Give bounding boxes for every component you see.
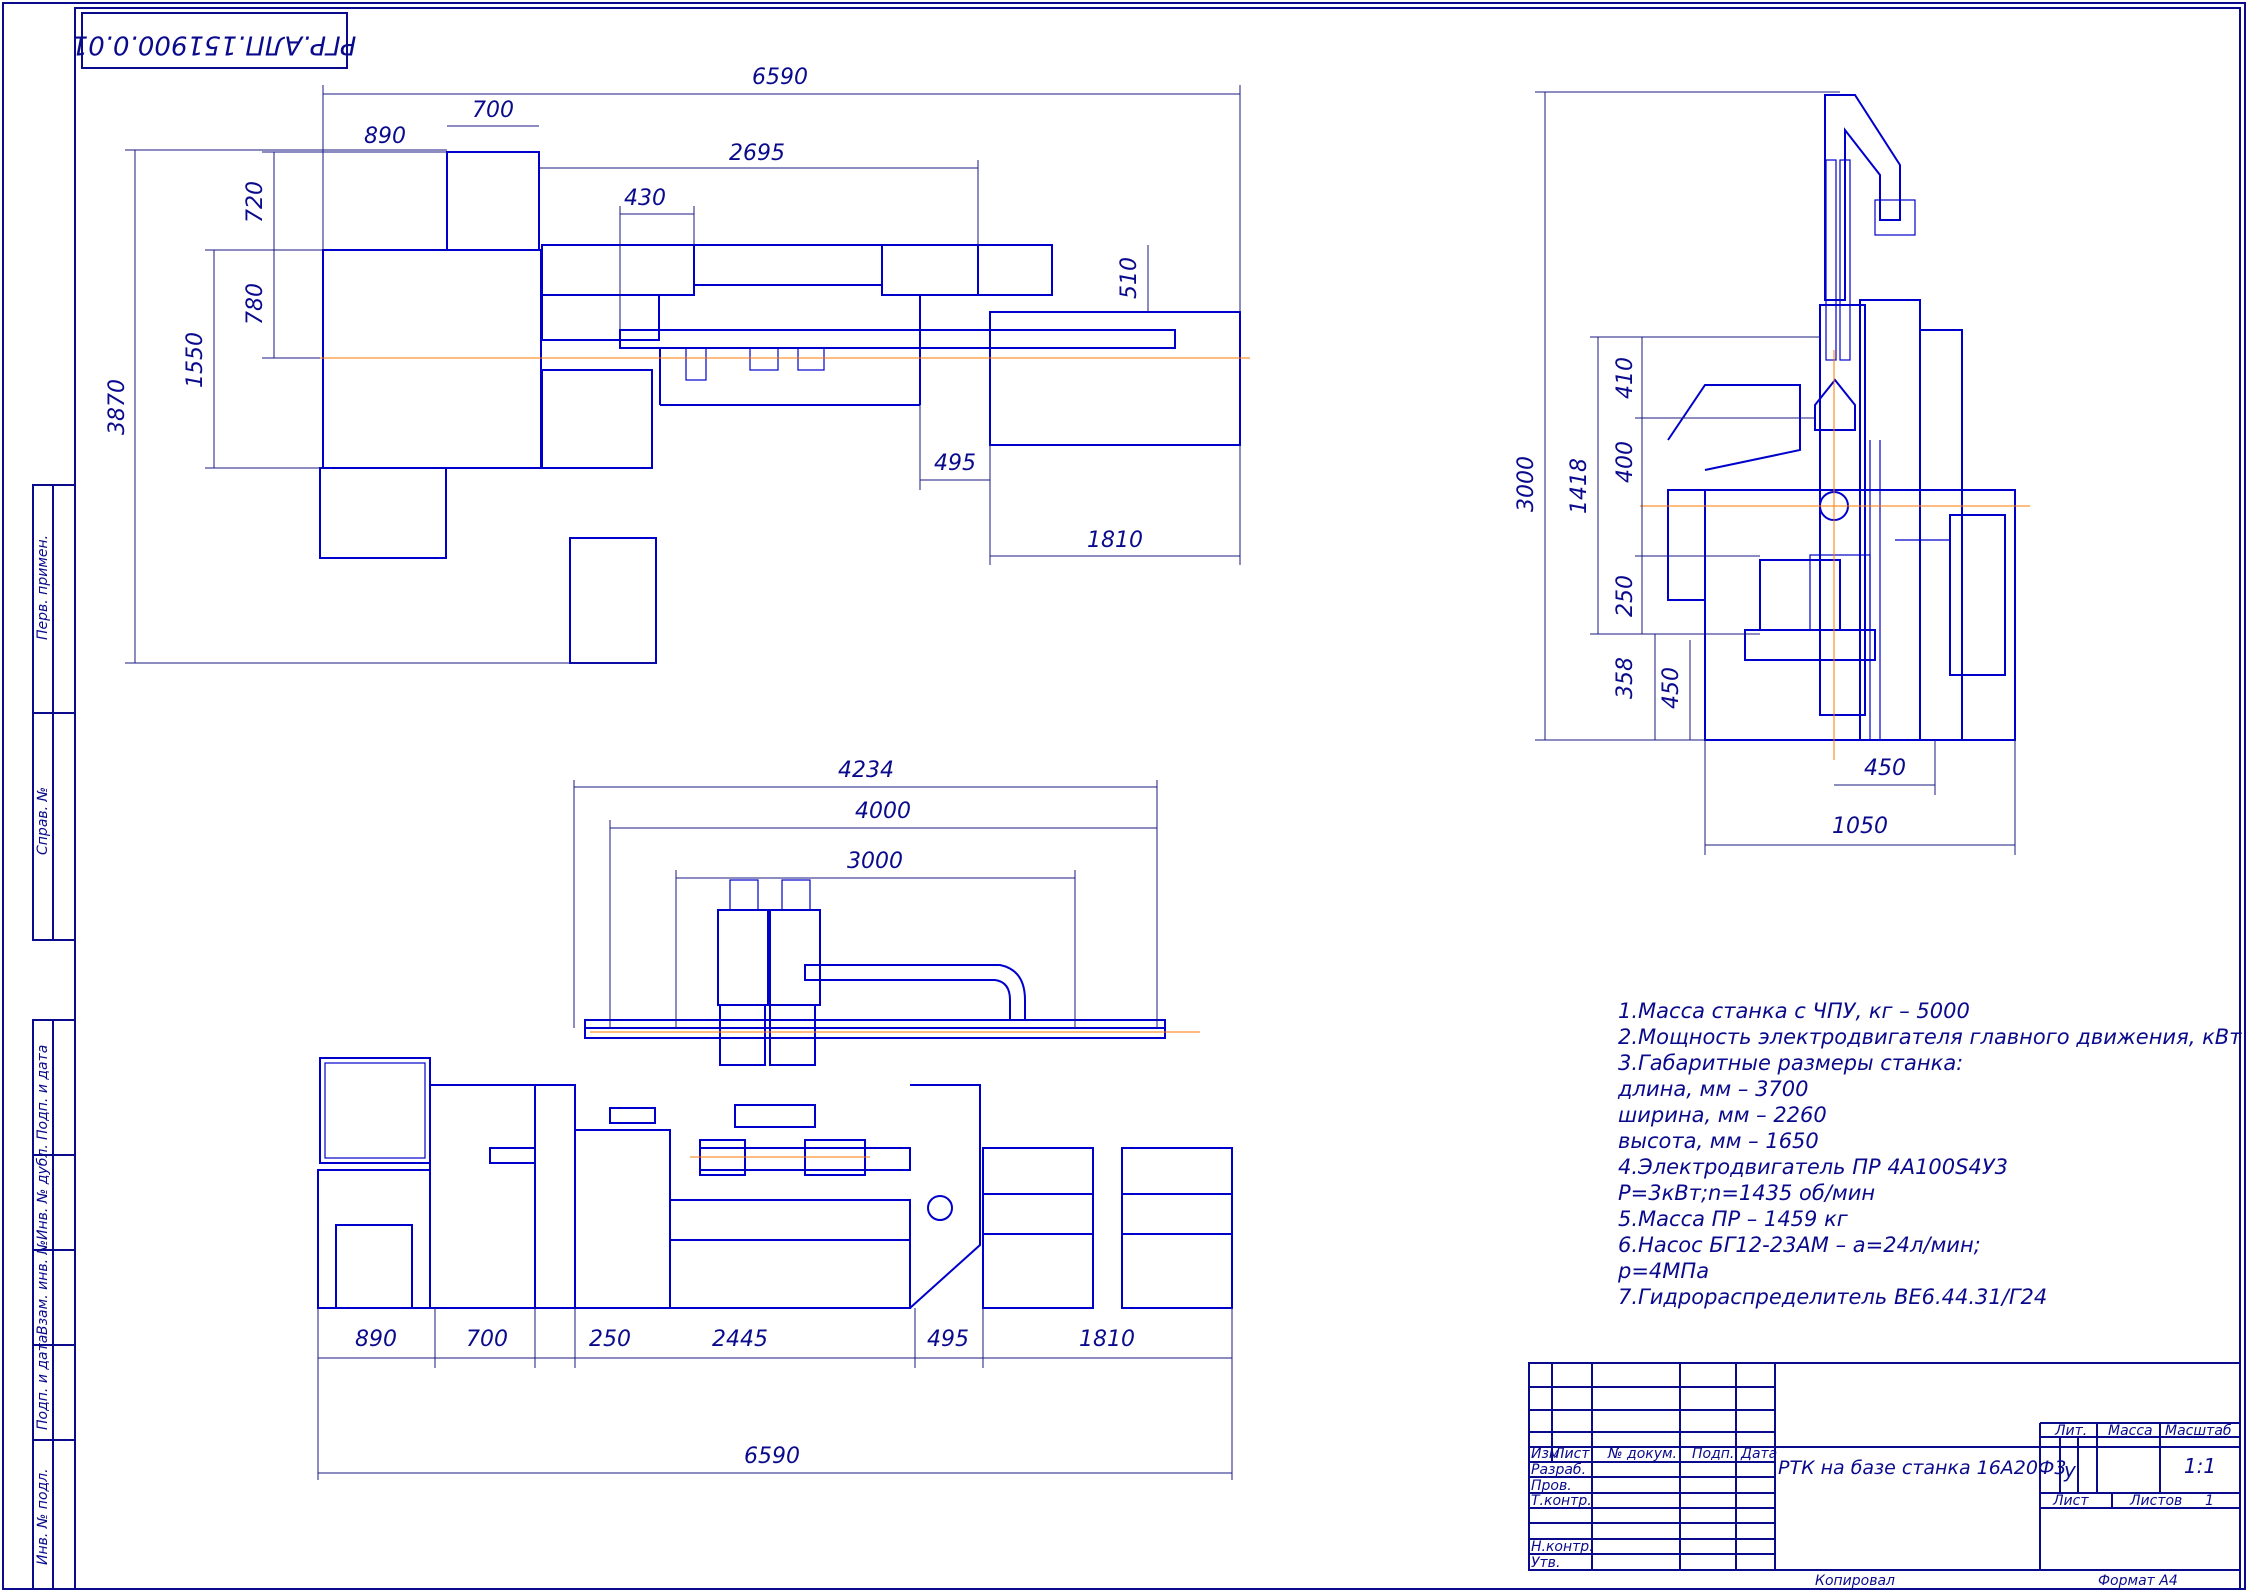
front-view: 4234 4000 3000 890 700 250 2445 495 1810… xyxy=(317,758,1233,1480)
tb-col-data: Дата xyxy=(1740,1446,1777,1462)
front-dim-4000: 4000 xyxy=(855,799,911,824)
tb-sheet-label: Лист xyxy=(2052,1493,2089,1509)
plan-dim-2695: 2695 xyxy=(729,141,785,166)
tb-row-razrab: Разраб. xyxy=(1531,1462,1586,1478)
drawing-sheet: РГР.АЛП.151900.0.01 Перв. примен. Справ.… xyxy=(2,2,2249,1590)
tb-lit-value: у xyxy=(2063,1458,2077,1482)
strip-label-dubl: Инв. № дубл. xyxy=(35,1144,51,1240)
note-4: длина, мм – 3700 xyxy=(1617,1077,1809,1101)
side-dim-250: 250 xyxy=(1613,575,1638,617)
strip-label-perv: Перв. примен. xyxy=(35,535,51,640)
format-label: Формат A4 xyxy=(2098,1573,2178,1589)
title-block: Изм Лист № докум. Подп. Дата Разраб. Про… xyxy=(1528,1362,2241,1589)
front-dim-2445: 2445 xyxy=(712,1327,768,1352)
plan-dim-720: 720 xyxy=(243,181,268,223)
front-dim-3000: 3000 xyxy=(847,849,903,874)
side-dim-3000: 3000 xyxy=(1514,456,1539,512)
strip-label-vzam: Взам. инв. № xyxy=(35,1240,51,1335)
plan-view: 6590 890 700 2695 430 720 780 1550 3870 … xyxy=(105,65,1250,664)
side-dim-1050: 1050 xyxy=(1832,814,1888,839)
strip-label-podp2: Подп. и дата xyxy=(35,1335,51,1430)
front-dim-6590: 6590 xyxy=(744,1444,800,1469)
plan-dim-1550: 1550 xyxy=(183,332,208,388)
front-dim-700: 700 xyxy=(466,1327,508,1352)
plan-dim-3870: 3870 xyxy=(105,379,130,435)
front-dim-1810: 1810 xyxy=(1079,1327,1135,1352)
side-dim-450-v: 450 xyxy=(1659,667,1684,709)
tb-lit-label: Лит. xyxy=(2054,1423,2087,1439)
note-12: 7.Гидрораспределитель ВЕ6.44.31/Г24 xyxy=(1618,1285,2047,1309)
side-dim-1418: 1418 xyxy=(1567,458,1592,514)
plan-dim-1810: 1810 xyxy=(1087,528,1143,553)
front-dim-4234: 4234 xyxy=(838,758,894,783)
strip-label-podl: Инв. № подл. xyxy=(35,1468,51,1565)
side-dim-450-h: 450 xyxy=(1864,756,1906,781)
note-2: 2.Мощность электродвигателя главного дви… xyxy=(1618,1025,2249,1049)
note-7: 4.Электродвигатель ПР 4A100S4У3 xyxy=(1618,1155,2008,1179)
side-dim-400: 400 xyxy=(1613,441,1638,483)
plan-dim-780: 780 xyxy=(243,283,268,325)
front-dim-250: 250 xyxy=(589,1327,631,1352)
tb-row-utv: Утв. xyxy=(1531,1555,1560,1571)
technical-notes: 1.Масса станка с ЧПУ, кг – 5000 2.Мощнос… xyxy=(1617,999,2249,1309)
note-5: ширина, мм – 2260 xyxy=(1618,1103,1827,1127)
tb-row-tkontr: Т.контр. xyxy=(1531,1493,1592,1509)
tb-row-prov: Пров. xyxy=(1531,1478,1572,1494)
tb-mass-label: Масса xyxy=(2108,1423,2153,1439)
tb-scale-label: Масштаб xyxy=(2165,1423,2232,1439)
tb-sheets-value: 1 xyxy=(2205,1493,2214,1509)
tb-scale-value: 1:1 xyxy=(2184,1454,2216,1478)
note-1: 1.Масса станка с ЧПУ, кг – 5000 xyxy=(1618,999,1970,1023)
plan-dim-6590: 6590 xyxy=(752,65,808,90)
copied-label: Копировал xyxy=(1815,1573,1895,1589)
note-6: высота, мм – 1650 xyxy=(1618,1129,1819,1153)
tb-row-nkontr: Н.контр. xyxy=(1531,1539,1594,1555)
doc-code-box: РГР.АЛП.151900.0.01 xyxy=(72,12,357,69)
plan-dim-510: 510 xyxy=(1117,257,1142,299)
side-dim-410: 410 xyxy=(1613,357,1638,399)
note-9: 5.Масса ПР – 1459 кг xyxy=(1618,1207,1849,1231)
note-3: 3.Габаритные размеры станка: xyxy=(1618,1051,1963,1075)
plan-dim-890: 890 xyxy=(364,124,406,149)
side-dim-358: 358 xyxy=(1613,657,1638,699)
tb-sheets-label: Листов xyxy=(2129,1493,2182,1509)
strip-label-podp1: Подп. и дата xyxy=(35,1045,51,1140)
tb-col-podp: Подп. xyxy=(1692,1446,1734,1462)
tb-col-list: Лист xyxy=(1553,1446,1590,1462)
tb-title: РТК на базе станка 16А20Ф3 xyxy=(1778,1457,2066,1479)
note-10: 6.Насос БГ12-23АМ – a=24л/мин; xyxy=(1618,1233,1981,1257)
plan-dim-430: 430 xyxy=(624,186,666,211)
side-strip: Перв. примен. Справ. № Подп. и дата Инв.… xyxy=(32,484,76,1590)
tb-col-dokum: № докум. xyxy=(1607,1446,1677,1462)
front-dim-890: 890 xyxy=(355,1327,397,1352)
doc-code: РГР.АЛП.151900.0.01 xyxy=(72,30,357,60)
note-11: p=4МПа xyxy=(1617,1259,1709,1283)
plan-dim-495: 495 xyxy=(934,451,976,476)
note-8: P=3кВт;n=1435 об/мин xyxy=(1618,1181,1875,1205)
front-dim-495: 495 xyxy=(927,1327,969,1352)
plan-dim-700: 700 xyxy=(472,98,514,123)
strip-label-sprav: Справ. № xyxy=(35,787,51,855)
side-view: 3000 1418 410 400 250 358 450 450 1050 xyxy=(1514,91,2030,855)
